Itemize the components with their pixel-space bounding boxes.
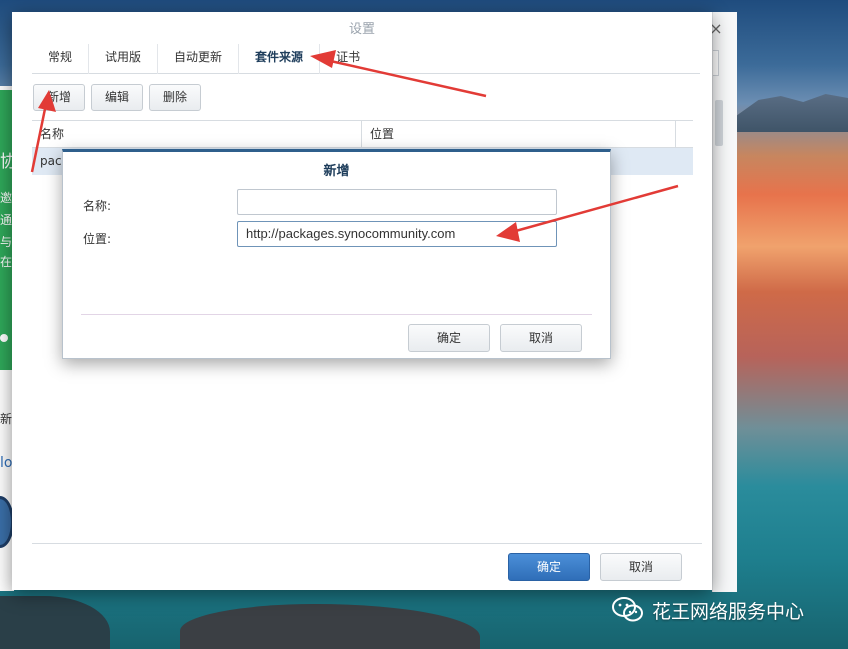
column-header-location[interactable]: 位置 xyxy=(362,121,676,147)
name-label: 名称: xyxy=(83,199,112,213)
table-header: 名称 位置 xyxy=(32,121,693,148)
watermark-text: 花王网络服务中心 xyxy=(652,600,805,623)
window-footer: 确定 取消 xyxy=(508,553,682,581)
name-field[interactable] xyxy=(237,189,557,215)
tab-certificate[interactable]: 证书 xyxy=(320,44,376,74)
tab-auto-update[interactable]: 自动更新 xyxy=(158,44,240,74)
banner-char: 通 xyxy=(0,213,12,227)
tab-trial[interactable]: 试用版 xyxy=(89,44,159,74)
delete-button[interactable]: 删除 xyxy=(149,84,202,111)
background-app-link[interactable]: lo xyxy=(0,455,12,471)
banner-char: 与 xyxy=(0,235,12,249)
toolbar: 新增 编辑 删除 xyxy=(33,84,202,111)
cancel-button[interactable]: 取消 xyxy=(600,553,682,581)
ok-button[interactable]: 确定 xyxy=(508,553,590,581)
footer-divider xyxy=(32,543,702,544)
location-field[interactable]: http://packages.synocommunity.com xyxy=(237,221,557,247)
banner-char: 在 xyxy=(0,255,12,269)
tab-general[interactable]: 常规 xyxy=(32,44,90,74)
dialog-title: 新增 xyxy=(323,164,350,179)
add-source-dialog: 新增 名称: 位置: http://packages.synocommunity… xyxy=(62,149,611,359)
location-label: 位置: xyxy=(83,232,112,246)
dialog-cancel-button[interactable]: 取消 xyxy=(500,324,582,352)
tab-package-sources[interactable]: 套件来源 xyxy=(239,44,321,74)
dialog-divider xyxy=(81,314,592,315)
column-header-name[interactable]: 名称 xyxy=(32,121,362,147)
background-app-text: 新 xyxy=(0,412,13,426)
banner-char: 邀 xyxy=(0,191,12,205)
window-title: 设置 xyxy=(348,22,375,37)
background-app-banner: 协 邀 通 与 在 xyxy=(0,90,12,370)
tab-bar: 常规 试用版 自动更新 套件来源 证书 xyxy=(32,44,700,74)
banner-char: 协 xyxy=(0,152,12,172)
background-panel-scrollbar[interactable] xyxy=(715,100,723,146)
dialog-ok-button[interactable]: 确定 xyxy=(408,324,490,352)
watermark: 花王网络服务中心 xyxy=(612,596,804,624)
dialog-footer: 确定 取消 xyxy=(408,324,582,352)
edit-button[interactable]: 编辑 xyxy=(91,84,144,111)
background-panel-field[interactable] xyxy=(713,50,719,76)
carousel-dot[interactable] xyxy=(0,334,8,342)
background-panel xyxy=(712,12,737,592)
add-button[interactable]: 新增 xyxy=(33,84,86,111)
wechat-icon xyxy=(612,597,643,622)
